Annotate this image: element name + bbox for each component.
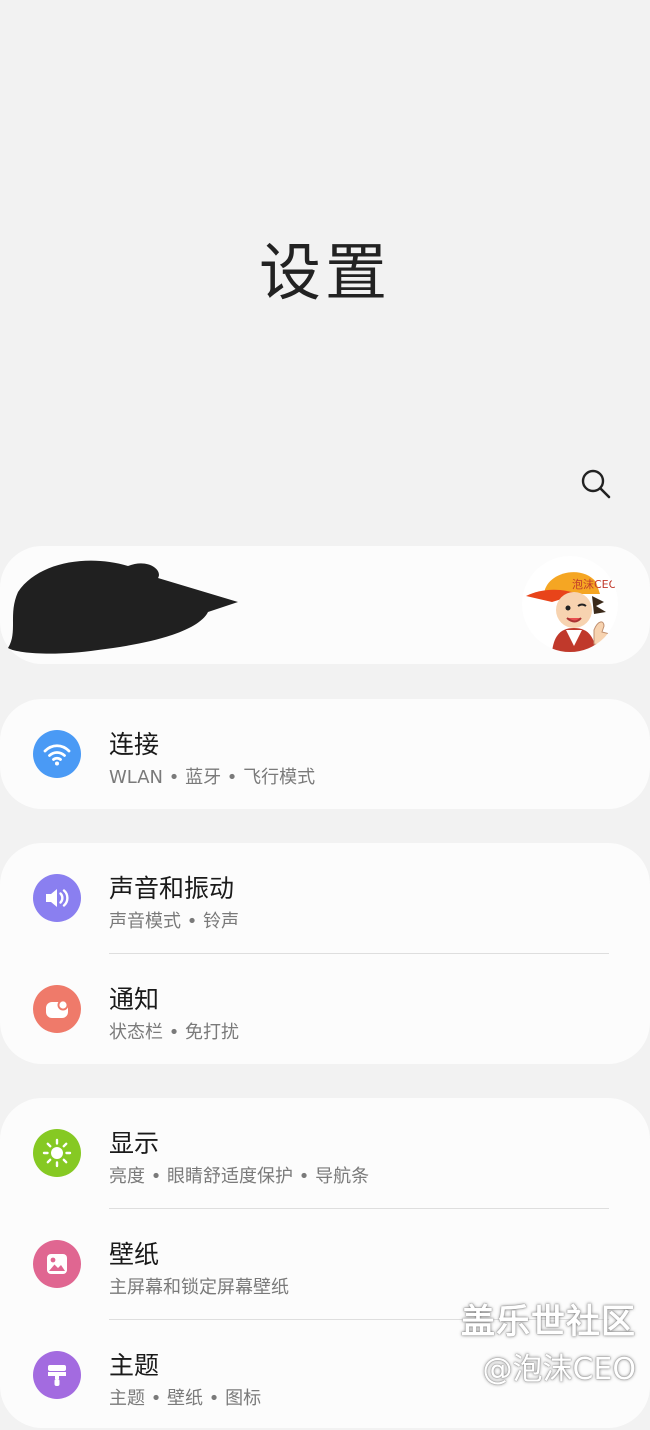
- settings-row-connections[interactable]: 连接 WLAN • 蓝牙 • 飞行模式: [0, 699, 650, 809]
- settings-group-connections: 连接 WLAN • 蓝牙 • 飞行模式: [0, 699, 650, 809]
- profile-card[interactable]: 泡沫CEO: [0, 546, 650, 664]
- row-title: 声音和振动: [109, 874, 235, 903]
- settings-row-notifications[interactable]: 通知 状态栏 • 免打扰: [0, 954, 650, 1064]
- row-title: 壁纸: [109, 1240, 160, 1269]
- avatar[interactable]: 泡沫CEO: [522, 556, 618, 652]
- watermark-community: 盖乐世社区: [461, 1302, 636, 1342]
- paint-brush-icon: [33, 1351, 81, 1399]
- speaker-icon: [33, 874, 81, 922]
- avatar-cap-text: 泡沫CEO: [572, 577, 618, 591]
- row-subtitle: 主题 • 壁纸 • 图标: [109, 1388, 262, 1409]
- settings-row-sound[interactable]: 声音和振动 声音模式 • 铃声: [0, 843, 650, 953]
- search-icon: [580, 468, 612, 504]
- row-title: 通知: [109, 985, 160, 1014]
- settings-row-display[interactable]: 显示 亮度 • 眼睛舒适度保护 • 导航条: [0, 1098, 650, 1208]
- row-title: 主题: [109, 1351, 160, 1380]
- watermark-handle: @泡沫CEO: [482, 1352, 636, 1387]
- wifi-icon: [33, 730, 81, 778]
- settings-group-sound-notifications: 声音和振动 声音模式 • 铃声 通知 状态栏 • 免打扰: [0, 843, 650, 1064]
- row-subtitle: 状态栏 • 免打扰: [109, 1022, 240, 1043]
- row-subtitle: 亮度 • 眼睛舒适度保护 • 导航条: [109, 1166, 370, 1187]
- image-icon: [33, 1240, 81, 1288]
- row-subtitle: WLAN • 蓝牙 • 飞行模式: [109, 767, 316, 788]
- notification-icon: [33, 985, 81, 1033]
- row-title: 连接: [109, 730, 160, 759]
- page-title: 设置: [258, 236, 391, 309]
- row-subtitle: 主屏幕和锁定屏幕壁纸: [109, 1277, 289, 1298]
- sun-icon: [33, 1129, 81, 1177]
- row-subtitle: 声音模式 • 铃声: [109, 911, 240, 932]
- search-button[interactable]: [574, 464, 618, 508]
- row-title: 显示: [109, 1129, 160, 1158]
- redacted-name-scribble: [8, 560, 238, 654]
